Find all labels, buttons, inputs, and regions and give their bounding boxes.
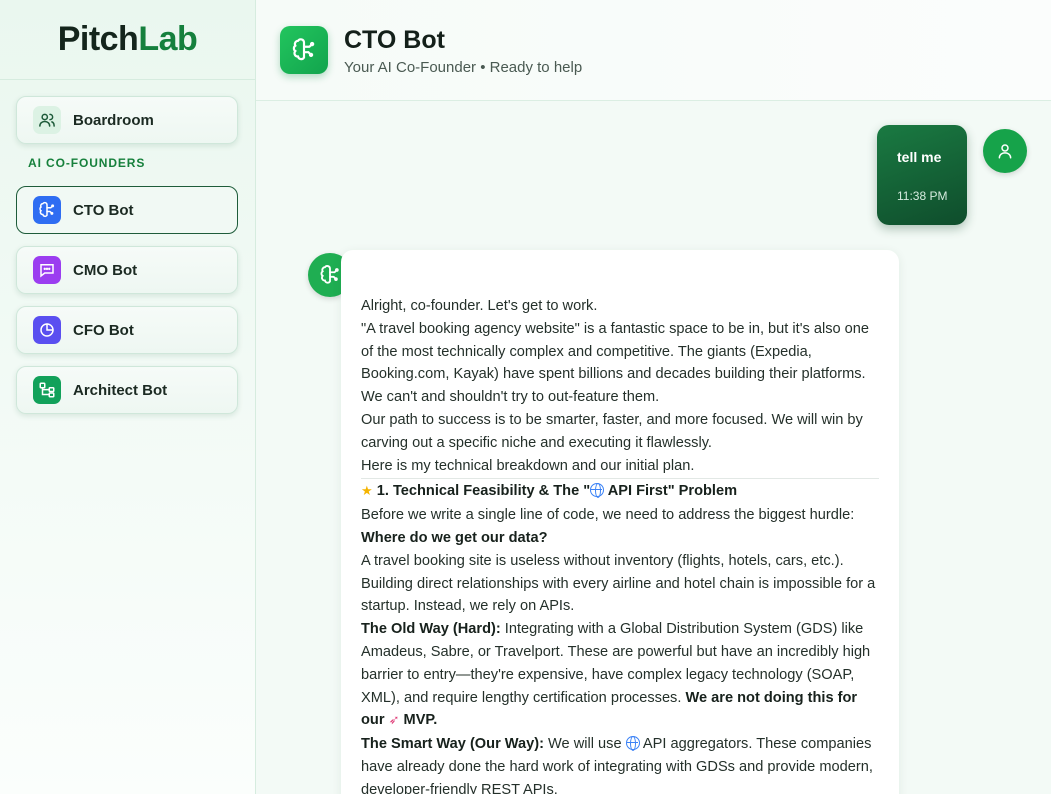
message-timestamp: 11:38 PM xyxy=(897,189,948,203)
user-message-bubble: tell me 11:38 PM xyxy=(877,125,967,225)
globe-icon xyxy=(590,483,605,499)
sidebar-item-label: CFO Bot xyxy=(73,321,134,339)
sidebar-nav: Boardroom AI CO-FOUNDERS CTO Bot CMO Bot… xyxy=(0,80,255,414)
bot-message-bubble: Alright, co-founder. Let's get to work. … xyxy=(341,250,899,794)
sidebar-item-architect-bot[interactable]: Architect Bot xyxy=(16,366,238,414)
star-icon: ★ xyxy=(361,484,373,500)
bold-text: Where do we get our data? xyxy=(361,529,548,546)
bot-paragraph: Here is my technical breakdown and our i… xyxy=(361,457,695,474)
diagram-icon xyxy=(33,376,61,404)
sidebar-item-cto-bot[interactable]: CTO Bot xyxy=(16,186,238,234)
sidebar-item-label: Boardroom xyxy=(73,111,154,129)
brand-name-part1: Pitch xyxy=(57,20,139,58)
bot-heading: ★ 1. Technical Feasibility & The " API F… xyxy=(361,480,879,504)
sidebar-item-label: CTO Bot xyxy=(73,201,134,219)
user-message-text: tell me xyxy=(897,149,942,165)
sidebar-item-boardroom[interactable]: Boardroom xyxy=(16,96,238,144)
bot-paragraph: A travel booking site is useless without… xyxy=(361,552,876,615)
sidebar-item-label: CMO Bot xyxy=(73,261,138,279)
old-way-label: The Old Way (Hard): xyxy=(361,621,501,638)
sidebar-item-cfo-bot[interactable]: CFO Bot xyxy=(16,306,238,354)
brand-logo[interactable]: PitchLab xyxy=(0,0,255,80)
brain-icon xyxy=(280,26,328,74)
bot-paragraph-bold: Where do we get our data? xyxy=(361,527,879,550)
bot-paragraph-old-way: The Old Way (Hard): Integrating with a G… xyxy=(361,618,879,733)
bot-paragraph: Our path to success is to be smarter, fa… xyxy=(361,411,863,451)
smart-way-label: The Smart Way (Our Way): xyxy=(361,736,544,753)
divider xyxy=(361,478,879,480)
page-subtitle: Your AI Co-Founder • Ready to help xyxy=(344,59,583,76)
smart-way-text-1: We will use xyxy=(543,736,626,753)
chat-messages[interactable]: tell me 11:38 PM Alright, co-founder. Le… xyxy=(256,101,1051,794)
bot-paragraph-smart-way: The Smart Way (Our Way): We will use API… xyxy=(361,733,879,794)
sidebar-item-cmo-bot[interactable]: CMO Bot xyxy=(16,246,238,294)
section-title-ai-cofounders: AI CO-FOUNDERS xyxy=(28,156,146,170)
brain-icon xyxy=(33,196,61,224)
chat-header: CTO Bot Your AI Co-Founder • Ready to he… xyxy=(256,0,1051,101)
bot-paragraph: Alright, co-founder. Let's get to work. xyxy=(361,298,598,314)
user-avatar-icon xyxy=(983,129,1027,173)
chat-icon xyxy=(33,256,61,284)
heading-text-prefix: 1. Technical Feasibility & The " xyxy=(376,483,591,500)
sidebar: PitchLab Boardroom AI CO-FOUNDERS CTO Bo… xyxy=(0,0,256,794)
heading-text-suffix: API First" Problem xyxy=(604,483,738,500)
bot-paragraph: "A travel booking agency website" is a f… xyxy=(361,320,870,406)
rocket-icon: ➶ xyxy=(388,713,400,729)
sidebar-item-label: Architect Bot xyxy=(73,381,168,399)
pie-chart-icon xyxy=(33,316,61,344)
users-icon xyxy=(33,106,61,134)
page-title: CTO Bot xyxy=(344,26,445,54)
brand-name-part2: Lab xyxy=(138,20,198,58)
old-way-bold-2: MVP. xyxy=(399,712,438,729)
globe-icon xyxy=(625,736,640,752)
bot-paragraph: Before we write a single line of code, w… xyxy=(361,507,855,524)
